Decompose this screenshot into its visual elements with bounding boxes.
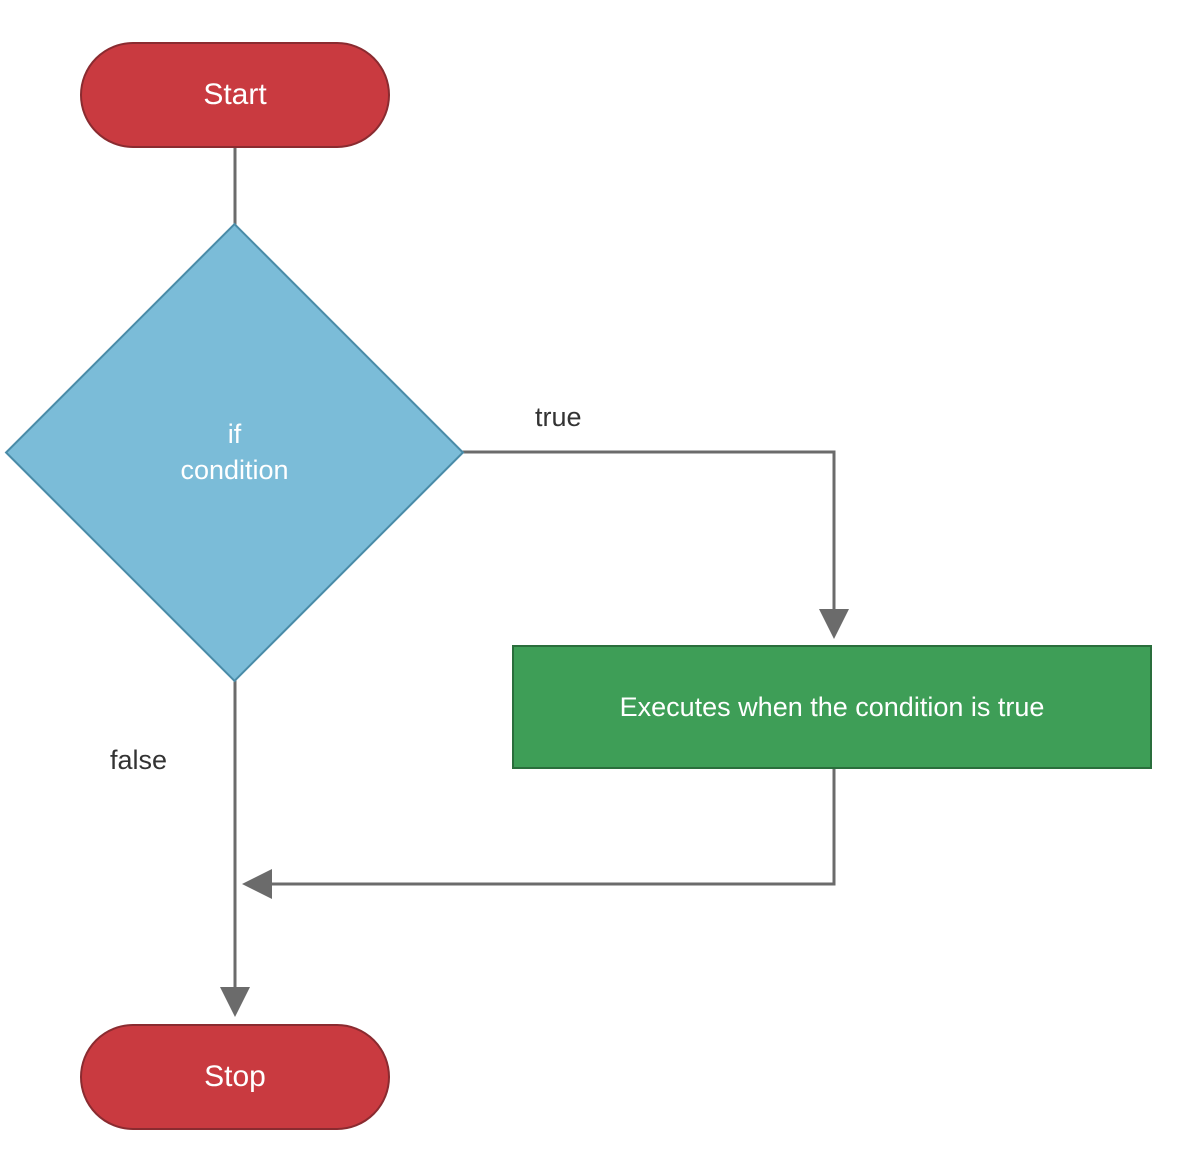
decision-text: if condition — [72, 290, 397, 615]
decision-label-line2: condition — [180, 453, 288, 488]
start-node: Start — [80, 42, 390, 148]
stop-label: Stop — [204, 1060, 266, 1094]
decision-label-line1: if — [228, 417, 242, 452]
decision-node: if condition — [72, 290, 397, 615]
process-node: Executes when the condition is true — [512, 645, 1152, 769]
edge-label-true: true — [535, 402, 582, 433]
stop-node: Stop — [80, 1024, 390, 1130]
edge-label-false: false — [110, 745, 167, 776]
process-label: Executes when the condition is true — [620, 692, 1045, 723]
flowchart-canvas: Start if condition true Executes when th… — [0, 0, 1180, 1160]
start-label: Start — [203, 78, 266, 112]
